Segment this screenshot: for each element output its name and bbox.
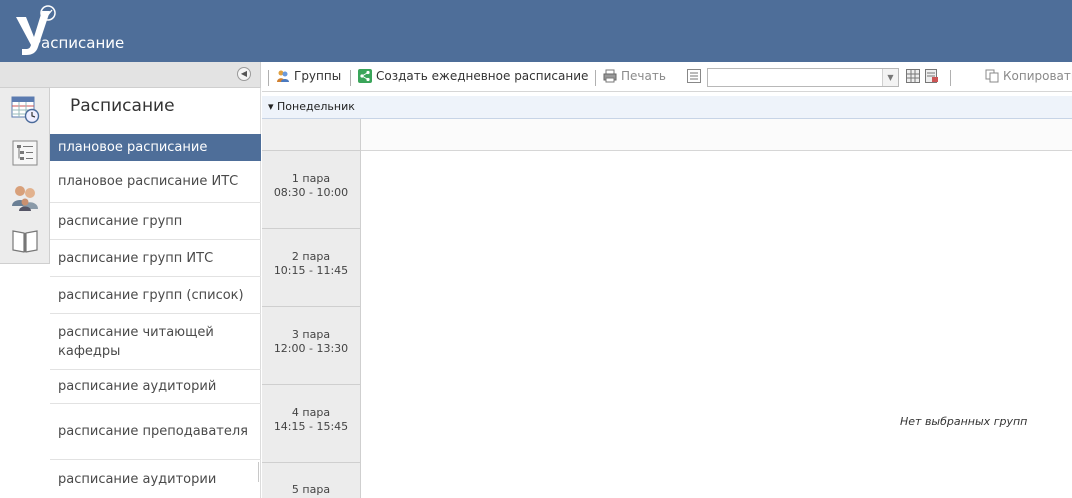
time-slot: 3 пара 12:00 - 13:30 xyxy=(262,307,361,385)
menu-item-label: расписание групп (список) xyxy=(58,287,244,303)
menu-item-label: расписание преподавателя xyxy=(58,424,248,439)
menu-item-group-schedule-list[interactable]: расписание групп (список) xyxy=(50,277,261,314)
print-button[interactable]: Печать xyxy=(603,69,666,83)
menu-item-group-schedule-its[interactable]: расписание групп ИТС xyxy=(50,240,261,277)
menu-item-label: плановое расписание xyxy=(58,140,208,155)
users-group-icon[interactable] xyxy=(8,180,42,214)
menu-item-label: расписание аудитории xyxy=(58,471,217,487)
table-export-icon[interactable] xyxy=(925,69,939,83)
copy-icon xyxy=(985,69,999,83)
schedule-clock-icon[interactable] xyxy=(8,92,42,126)
time-slot: 4 пара 14:15 - 15:45 xyxy=(262,385,361,463)
copy-button[interactable]: Копировать xyxy=(985,69,1072,83)
menu-item-label: расписание групп ИТС xyxy=(58,250,214,266)
print-button-label: Печать xyxy=(621,69,666,83)
slot-name: 1 пара xyxy=(291,172,331,185)
menu-title: Расписание xyxy=(70,96,175,116)
menu-item-label: плановое расписание ИТС xyxy=(58,174,239,189)
slot-name: 3 пара xyxy=(291,328,331,341)
menu-item-group-schedule[interactable]: расписание групп xyxy=(50,203,261,240)
toolbar-separator xyxy=(350,70,351,86)
slot-time: 10:15 - 11:45 xyxy=(273,264,349,277)
menu-item-label: расписание читающей кафедры xyxy=(58,324,214,359)
icon-strip xyxy=(0,88,50,264)
day-group-header[interactable]: ▾ Понедельник xyxy=(262,96,1072,119)
toolbar-separator xyxy=(950,70,951,86)
time-column-header xyxy=(262,119,361,151)
share-icon xyxy=(358,69,372,83)
slot-time: 14:15 - 15:45 xyxy=(273,420,349,433)
menu-item-department-schedule[interactable]: расписание читающей кафедры xyxy=(50,314,261,370)
groups-icon xyxy=(277,70,289,82)
toolbar-separator xyxy=(268,70,269,86)
menu-item-label: расписание аудиторий xyxy=(58,379,217,394)
empty-groups-message: Нет выбранных групп xyxy=(900,415,1028,428)
toolbar: Группы Создать ежедневное расписание Печ… xyxy=(262,62,1072,92)
printer-icon xyxy=(603,69,617,83)
menu-item-planned-schedule-its[interactable]: плановое расписание ИТС xyxy=(50,161,261,203)
schedule-grid-header xyxy=(262,119,1072,151)
slot-time: 12:00 - 13:30 xyxy=(273,342,349,355)
chevron-down-icon[interactable]: ▼ xyxy=(882,69,898,86)
create-daily-schedule-label: Создать ежедневное расписание xyxy=(376,69,589,83)
book-icon[interactable] xyxy=(8,224,42,258)
app-header: Расписание xyxy=(0,0,1072,62)
collapse-panel-button[interactable]: ◀ xyxy=(237,67,251,81)
time-slot: 2 пара 10:15 - 11:45 xyxy=(262,229,361,307)
menu-item-teacher-schedule[interactable]: расписание преподавателя xyxy=(50,404,261,460)
day-name: Понедельник xyxy=(277,100,355,113)
table-view-icon[interactable] xyxy=(906,69,920,83)
groups-button[interactable]: Группы xyxy=(276,69,341,83)
day-label: ▾ Понедельник xyxy=(268,100,355,113)
toolbar-separator xyxy=(595,70,596,86)
time-slot: 1 пара 08:30 - 10:00 xyxy=(262,151,361,229)
slot-name: 2 пара xyxy=(291,250,331,263)
schedule-menu: Расписание плановое расписание плановое … xyxy=(50,88,261,498)
panel-splitter[interactable] xyxy=(258,462,259,482)
slot-name: 4 пара xyxy=(291,406,331,419)
menu-item-auditorium-schedule[interactable]: расписание аудитории xyxy=(50,460,261,498)
slot-name: 5 пара xyxy=(291,483,331,496)
list-icon[interactable] xyxy=(687,69,701,83)
tree-list-icon[interactable] xyxy=(8,136,42,170)
left-panel-header: ◀ xyxy=(0,62,261,88)
create-daily-schedule-button[interactable]: Создать ежедневное расписание xyxy=(358,69,588,83)
group-select-combo[interactable]: ▼ xyxy=(707,68,899,87)
slot-time: 08:30 - 10:00 xyxy=(273,186,349,199)
app-title: Расписание xyxy=(32,34,125,52)
groups-button-label: Группы xyxy=(294,69,342,83)
menu-item-planned-schedule[interactable]: плановое расписание xyxy=(50,134,261,161)
time-slot: 5 пара xyxy=(262,463,361,498)
copy-button-label: Копировать xyxy=(1003,69,1072,83)
menu-item-auditoriums-schedule[interactable]: расписание аудиторий xyxy=(50,370,261,404)
menu-item-label: расписание групп xyxy=(58,213,183,229)
